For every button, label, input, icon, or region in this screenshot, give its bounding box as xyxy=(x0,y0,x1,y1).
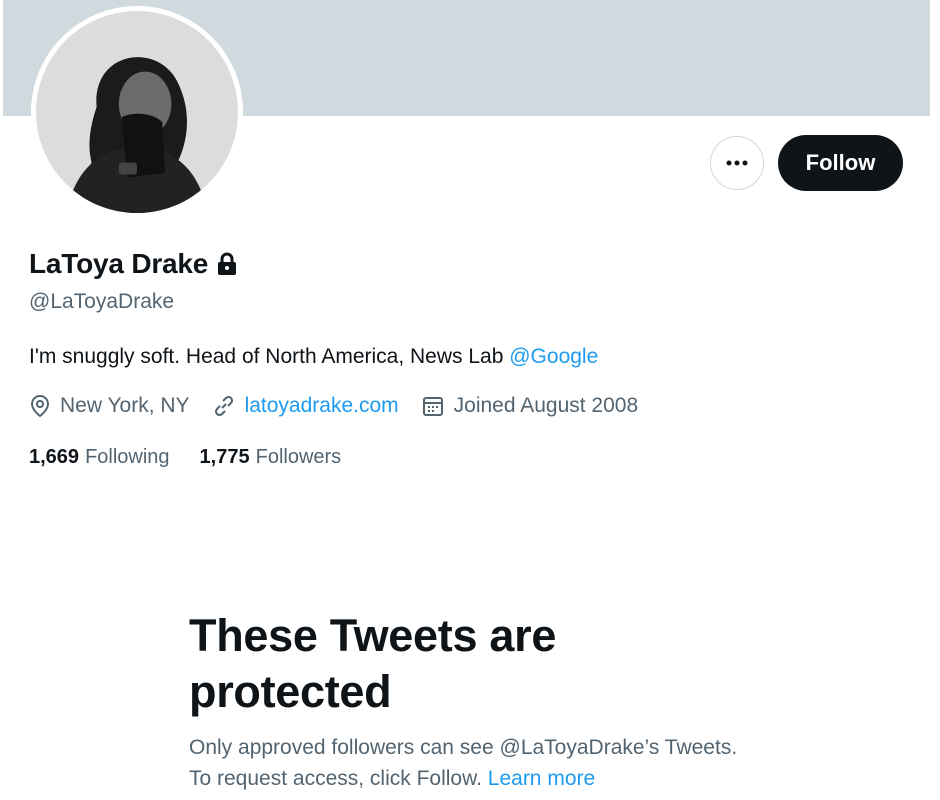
profile-meta: New York, NY latoyadrake.com Joined Augu… xyxy=(29,394,660,418)
protected-title: These Tweets are protected xyxy=(189,610,557,717)
followers-link[interactable]: 1,775 Followers xyxy=(200,446,342,469)
avatar-photo xyxy=(36,11,238,213)
follow-button[interactable]: Follow xyxy=(778,135,903,191)
profile-handle: @LaToyaDrake xyxy=(29,290,175,313)
bio-text: I'm snuggly soft. Head of North America,… xyxy=(29,345,510,368)
following-label: Following xyxy=(85,446,170,468)
joined-text: Joined August 2008 xyxy=(453,394,639,417)
profile-bio: I'm snuggly soft. Head of North America,… xyxy=(29,345,598,369)
profile-avatar[interactable] xyxy=(31,6,243,218)
location-item: New York, NY xyxy=(29,394,190,418)
follow-counts: 1,669 Following 1,775 Followers xyxy=(29,446,371,469)
profile-name-row: LaToya Drake xyxy=(29,248,237,280)
protected-body-text: Only approved followers can see @LaToyaD… xyxy=(189,736,738,790)
followers-count: 1,775 xyxy=(199,446,250,468)
learn-more-link[interactable]: Learn more xyxy=(488,767,595,790)
following-link[interactable]: 1,669 Following xyxy=(29,446,170,469)
calendar-icon xyxy=(422,397,443,416)
profile-name: LaToya Drake xyxy=(29,248,209,279)
followers-label: Followers xyxy=(255,446,342,468)
protected-body: Only approved followers can see @LaToyaD… xyxy=(189,732,749,794)
more-options-button[interactable] xyxy=(710,136,764,190)
lock-icon xyxy=(217,252,237,276)
more-horizontal-icon xyxy=(726,160,748,166)
bio-mention-link[interactable]: @Google xyxy=(509,345,598,368)
website-item: latoyadrake.com xyxy=(212,394,399,418)
joined-item: Joined August 2008 xyxy=(421,394,639,418)
website-link[interactable]: latoyadrake.com xyxy=(245,394,399,418)
location-pin-icon xyxy=(30,394,50,418)
following-count: 1,669 xyxy=(29,446,80,468)
location-text: New York, NY xyxy=(60,394,190,417)
link-icon xyxy=(214,395,233,417)
